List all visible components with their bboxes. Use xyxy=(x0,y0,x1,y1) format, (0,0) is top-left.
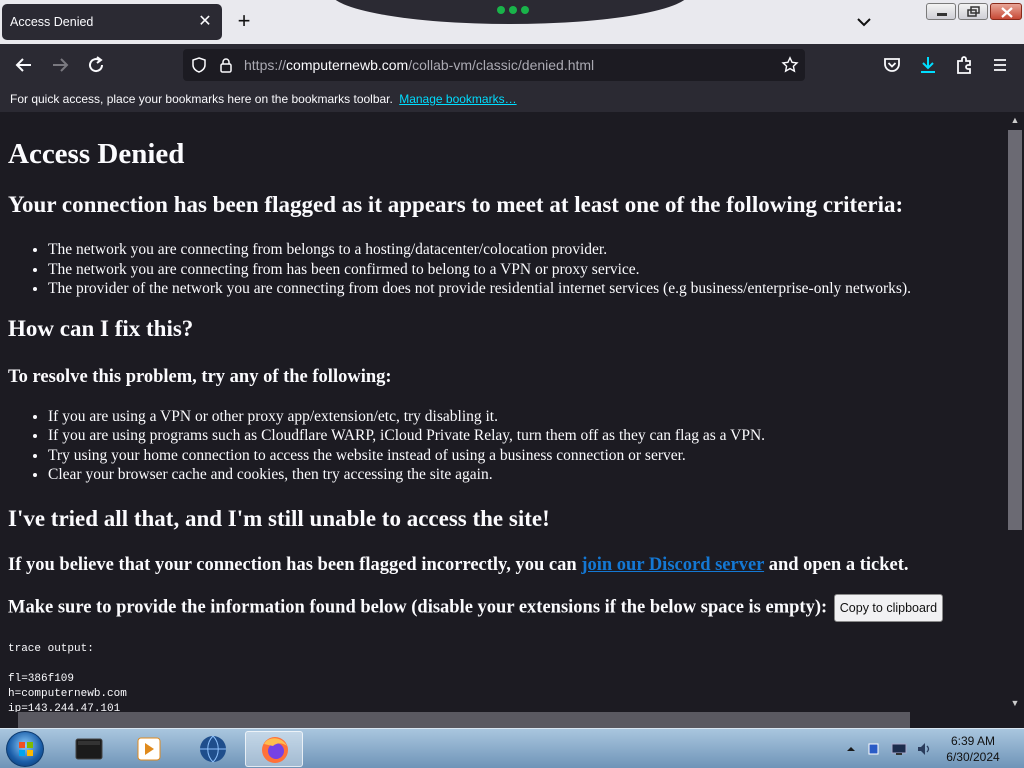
copy-to-clipboard-button[interactable]: Copy to clipboard xyxy=(833,593,944,622)
horizontal-scroll-thumb[interactable] xyxy=(18,712,910,728)
url-host: computernewb.com xyxy=(286,57,409,73)
url-protocol: https:// xyxy=(244,57,287,73)
system-clock[interactable]: 6:39 AM 6/30/2024 xyxy=(936,733,1010,765)
list-item: If you are using programs such as Cloudf… xyxy=(48,426,998,446)
tray-volume-icon[interactable] xyxy=(916,741,932,757)
contact-text: If you believe that your connection has … xyxy=(8,554,998,576)
scroll-down-icon[interactable]: ▼ xyxy=(1010,698,1020,708)
new-tab-button[interactable]: + xyxy=(232,10,256,34)
pocket-button[interactable] xyxy=(880,53,904,77)
tray-network-icon[interactable] xyxy=(891,741,907,757)
contact-after: and open a ticket. xyxy=(764,554,909,575)
criteria-heading: Your connection has been flagged as it a… xyxy=(8,192,904,217)
resolve-heading: To resolve this problem, try any of the … xyxy=(8,366,392,387)
url-path: /collab-vm/classic/denied.html xyxy=(408,57,595,73)
list-item: Try using your home connection to access… xyxy=(48,446,998,466)
vertical-scroll-thumb[interactable] xyxy=(1008,130,1022,530)
vertical-scrollbar[interactable]: ▲ ▼ xyxy=(1006,112,1024,712)
downloads-button[interactable] xyxy=(916,53,940,77)
download-icon xyxy=(921,57,935,73)
tab-title: Access Denied xyxy=(10,15,94,29)
lock-icon[interactable] xyxy=(217,56,235,74)
list-item: The network you are connecting from has … xyxy=(48,260,998,280)
clock-time: 6:39 AM xyxy=(950,734,996,748)
criteria-list: The network you are connecting from belo… xyxy=(48,240,998,299)
tracking-shield-icon[interactable] xyxy=(190,56,208,74)
close-icon xyxy=(1001,7,1013,18)
scroll-up-icon[interactable]: ▲ xyxy=(1010,115,1020,125)
clock-date: 6/30/2024 xyxy=(946,750,1000,764)
contact-before: If you believe that your connection has … xyxy=(8,554,582,575)
list-all-tabs-button[interactable] xyxy=(852,10,876,34)
bookmark-star-icon[interactable] xyxy=(781,56,799,74)
provide-info-text: Make sure to provide the information fou… xyxy=(8,593,998,622)
tab-close-icon[interactable]: ✕ xyxy=(196,13,214,31)
hamburger-menu-icon xyxy=(994,59,1006,71)
taskbar-app-media-player[interactable] xyxy=(120,731,178,767)
taskbar-app-media-center[interactable] xyxy=(60,731,118,767)
windows-logo-icon xyxy=(19,742,33,756)
chevron-down-icon xyxy=(857,18,871,27)
titlebar-indicator xyxy=(497,6,529,14)
list-item: Clear your browser cache and cookies, th… xyxy=(48,465,998,485)
bookmarks-hint: For quick access, place your bookmarks h… xyxy=(10,92,393,106)
trace-line: fl=386f109 xyxy=(8,672,75,685)
list-item: The network you are connecting from belo… xyxy=(48,240,998,260)
show-hidden-icons-button[interactable] xyxy=(846,742,856,758)
discord-link[interactable]: join our Discord server xyxy=(581,555,764,575)
taskbar: 6:39 AM 6/30/2024 xyxy=(0,728,1024,768)
close-window-button[interactable] xyxy=(990,3,1022,20)
tab-access-denied[interactable]: Access Denied ✕ xyxy=(2,4,222,40)
list-item: The provider of the network you are conn… xyxy=(48,279,998,299)
media-player-icon xyxy=(137,737,161,761)
url-text: https://computernewb.com/collab-vm/class… xyxy=(244,57,594,73)
minimize-icon xyxy=(937,13,947,16)
reload-button[interactable] xyxy=(84,53,108,77)
taskbar-app-internet-explorer[interactable] xyxy=(184,731,242,767)
tab-strip: Access Denied ✕ + xyxy=(0,0,1024,44)
arrow-left-icon xyxy=(15,58,31,72)
forward-button[interactable] xyxy=(48,53,72,77)
page-content: Access Denied Your connection has been f… xyxy=(0,112,1006,712)
trace-output: trace output: fl=386f109 h=computernewb.co… xyxy=(8,642,998,713)
app-menu-button[interactable] xyxy=(988,53,1012,77)
list-item: If you are using a VPN or other proxy ap… xyxy=(48,407,998,427)
trace-label: trace output: xyxy=(8,642,94,655)
manage-bookmarks-link[interactable]: Manage bookmarks… xyxy=(399,92,516,106)
restore-button[interactable] xyxy=(958,3,988,20)
tray-action-center-icon[interactable] xyxy=(866,741,882,757)
page-title: Access Denied xyxy=(8,138,185,170)
trace-line: ip=143.244.47.101 xyxy=(8,702,121,713)
puzzle-icon xyxy=(957,56,971,74)
minimize-button[interactable] xyxy=(926,3,956,20)
firefox-icon xyxy=(262,737,288,763)
globe-icon xyxy=(200,735,226,763)
back-button[interactable] xyxy=(12,53,36,77)
start-button[interactable] xyxy=(6,731,44,767)
url-bar[interactable]: https://computernewb.com/collab-vm/class… xyxy=(183,49,805,81)
chevron-up-icon xyxy=(847,747,855,751)
fixes-list: If you are using a VPN or other proxy ap… xyxy=(48,407,998,485)
media-center-icon xyxy=(75,738,103,760)
provide-info-label: Make sure to provide the information fou… xyxy=(8,596,828,617)
taskbar-app-firefox[interactable] xyxy=(245,731,303,767)
arrow-right-icon xyxy=(53,58,69,72)
bookmarks-toolbar: For quick access, place your bookmarks h… xyxy=(0,86,1024,112)
extensions-button[interactable] xyxy=(952,53,976,77)
fix-heading: How can I fix this? xyxy=(8,315,194,341)
tried-heading: I've tried all that, and I'm still unabl… xyxy=(8,505,550,531)
pocket-icon xyxy=(884,58,900,72)
reload-icon xyxy=(89,56,104,73)
horizontal-scrollbar[interactable] xyxy=(0,712,1024,728)
restore-icon xyxy=(967,6,980,17)
trace-line: h=computernewb.com xyxy=(8,687,127,700)
